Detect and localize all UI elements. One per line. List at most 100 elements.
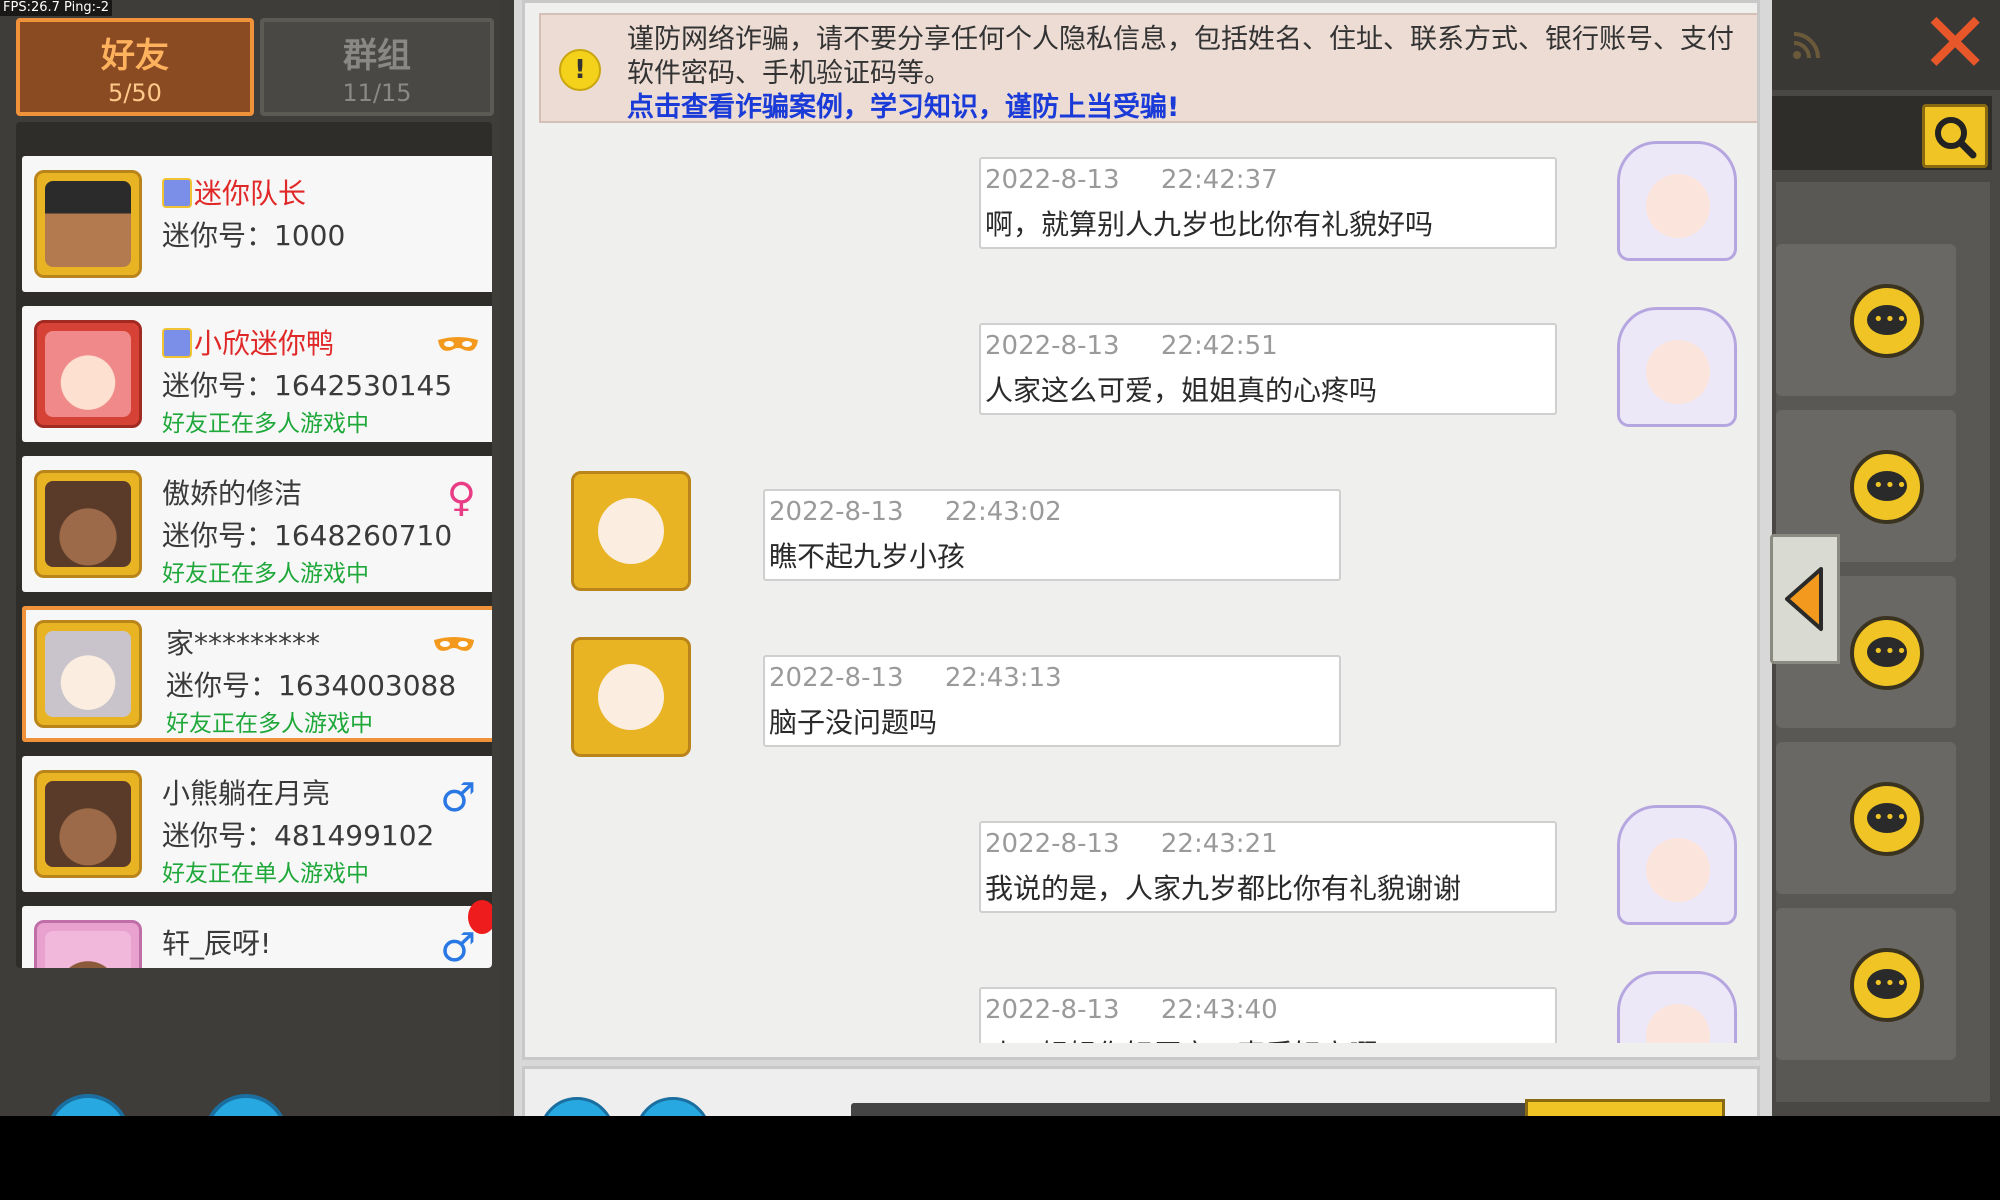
alert-icon: ! xyxy=(559,49,601,91)
send-button[interactable] xyxy=(1525,1099,1725,1116)
friend-id: 迷你号：1648260710 xyxy=(162,519,453,552)
list-item: ••• xyxy=(1776,742,1956,894)
friend-list[interactable]: 迷你队长 迷你号：1000 小欣迷你鸭 迷你号：1642530145 好友正在多… xyxy=(16,122,492,968)
game-screen: FPS:26.7 Ping:-2 好友 5/50 群组 11/15 迷你队长 迷… xyxy=(0,0,2000,1116)
friend-name: 傲娇的修洁 xyxy=(162,477,303,510)
friend-item[interactable]: 傲娇的修洁 ♀ 迷你号：1648260710 好友正在多人游戏中 xyxy=(22,456,492,592)
fraud-warning-banner: ! 谨防网络诈骗，请不要分享任何个人隐私信息，包括姓名、住址、联系方式、银行账号… xyxy=(539,13,1757,125)
mask-icon xyxy=(434,637,474,651)
rss-icon xyxy=(1793,32,1820,59)
message-text: 瞧不起九岁小孩 xyxy=(769,540,966,573)
warning-text: 谨防网络诈骗，请不要分享任何个人隐私信息，包括姓名、住址、联系方式、银行账号、支… xyxy=(627,24,1734,89)
message-timestamp: 2022-8-13 22:43:02 xyxy=(769,497,1062,527)
tab-friends-label: 好友 xyxy=(101,36,169,76)
search-icon xyxy=(1935,117,1977,159)
message-input[interactable] xyxy=(851,1103,1541,1116)
friend-name-row: 小欣迷你鸭 xyxy=(162,322,334,362)
friend-name: 轩_辰呀! xyxy=(162,927,272,960)
mask-icon xyxy=(438,337,478,351)
bottom-action-button[interactable] xyxy=(204,1094,288,1116)
vip-badge-icon xyxy=(162,328,192,358)
my-avatar[interactable] xyxy=(1617,307,1737,427)
friend-item-selected[interactable]: 家********* 迷你号：1634003088 好友正在多人游戏中 xyxy=(22,606,492,742)
bottom-action-button[interactable] xyxy=(46,1094,130,1116)
friend-item[interactable]: 小欣迷你鸭 迷你号：1642530145 好友正在多人游戏中 xyxy=(22,306,492,442)
right-top-bar: ✕ xyxy=(1772,0,2000,90)
friend-name: 小熊躺在月亮 xyxy=(162,777,331,810)
message-timestamp: 2022-8-13 22:43:21 xyxy=(985,829,1278,859)
avatar xyxy=(34,470,142,578)
chat-panel: ! 谨防网络诈骗，请不要分享任何个人隐私信息，包括姓名、住址、联系方式、银行账号… xyxy=(514,0,1772,1116)
friend-status: 好友正在单人游戏中 xyxy=(162,861,369,887)
avatar xyxy=(34,920,142,968)
friend-id: 迷你号：1634003088 xyxy=(166,669,457,702)
tab-friends-count: 5/50 xyxy=(108,79,162,107)
tab-groups-count: 11/15 xyxy=(342,79,412,107)
fraud-cases-link[interactable]: 点击查看诈骗案例，学习知识，谨防上当受骗! xyxy=(627,92,1179,123)
friend-item[interactable]: 小熊躺在月亮 ♂ 迷你号：481499102 好友正在单人游戏中 xyxy=(22,756,492,892)
message-text: 哇，姐姐你好厉害，真质好高啊 xyxy=(985,1033,1377,1043)
tab-groups-label: 群组 xyxy=(343,36,411,76)
friend-id: 迷你号：1642530145 xyxy=(162,369,453,402)
message-text: 人家这么可爱，姐姐真的心疼吗 xyxy=(985,374,1378,407)
avatar xyxy=(34,170,142,278)
female-icon: ♀ xyxy=(446,475,476,521)
message-bubble: 2022-8-13 22:43:21 我说的是，人家九岁都比你有礼貌谢谢 xyxy=(979,821,1557,913)
chat-input-bar xyxy=(522,1066,1760,1116)
friend-name: 迷你队长 xyxy=(194,177,307,210)
friend-status: 好友正在多人游戏中 xyxy=(166,711,373,737)
friend-id: 迷你号：481499102 xyxy=(162,819,435,852)
message-list[interactable]: 2022-8-13 22:42:37 啊，就算别人九岁也比你有礼貌好吗 2022… xyxy=(539,127,1757,1043)
message-bubble: 2022-8-13 22:43:40 哇，姐姐你好厉害，真质好高啊 xyxy=(979,987,1557,1043)
friend-name: 小欣迷你鸭 xyxy=(194,327,335,360)
friend-status: 好友正在多人游戏中 xyxy=(162,561,369,587)
warning-text-block: 谨防网络诈骗，请不要分享任何个人隐私信息，包括姓名、住址、联系方式、银行账号、支… xyxy=(627,23,1757,125)
message-bubble: 2022-8-13 22:43:02 瞧不起九岁小孩 xyxy=(763,489,1341,581)
friend-item[interactable]: 轩_辰呀! ♂ xyxy=(22,906,492,968)
collapse-panel-button[interactable] xyxy=(1770,534,1840,664)
message-text: 脑子没问题吗 xyxy=(769,706,938,739)
male-icon: ♂ xyxy=(440,775,476,821)
message-text: 啊，就算别人九岁也比你有礼貌好吗 xyxy=(985,208,1434,241)
chat-bubble-icon[interactable]: ••• xyxy=(1850,616,1924,690)
avatar xyxy=(34,620,142,728)
avatar xyxy=(34,320,142,428)
friends-panel: 好友 5/50 群组 11/15 迷你队长 迷你号：1000 小欣迷你鸭 迷你号… xyxy=(0,0,500,1116)
voice-button[interactable] xyxy=(635,1097,711,1116)
chat-bubble-icon[interactable]: ••• xyxy=(1850,782,1924,856)
list-item: ••• xyxy=(1776,244,1956,396)
message-timestamp: 2022-8-13 22:42:37 xyxy=(985,165,1278,195)
chat-bubble-icon[interactable]: ••• xyxy=(1850,284,1924,358)
close-icon[interactable]: ✕ xyxy=(1920,1,1990,85)
my-avatar[interactable] xyxy=(1617,971,1737,1043)
my-avatar[interactable] xyxy=(1617,141,1737,261)
message-timestamp: 2022-8-13 22:43:13 xyxy=(769,663,1062,693)
message-bubble: 2022-8-13 22:42:51 人家这么可爱，姐姐真的心疼吗 xyxy=(979,323,1557,415)
friend-name: 家********* xyxy=(166,627,321,660)
fps-readout: FPS:26.7 Ping:-2 xyxy=(0,0,113,16)
emoji-button[interactable] xyxy=(539,1097,615,1116)
triangle-left-icon xyxy=(1785,567,1823,631)
avatar xyxy=(34,770,142,878)
notification-dot xyxy=(468,900,492,934)
friend-avatar[interactable] xyxy=(571,471,691,591)
friend-avatar[interactable] xyxy=(571,637,691,757)
friend-item[interactable]: 迷你队长 迷你号：1000 xyxy=(22,156,492,292)
friend-name-row: 迷你队长 xyxy=(162,172,306,212)
chat-bubble-icon[interactable]: ••• xyxy=(1850,450,1924,524)
friend-status: 好友正在多人游戏中 xyxy=(162,411,369,437)
my-avatar[interactable] xyxy=(1617,805,1737,925)
tab-groups[interactable]: 群组 11/15 xyxy=(260,18,494,116)
tab-friends[interactable]: 好友 5/50 xyxy=(16,18,254,116)
chat-bubble-icon[interactable]: ••• xyxy=(1850,948,1924,1022)
message-timestamp: 2022-8-13 22:42:51 xyxy=(985,331,1278,361)
message-timestamp: 2022-8-13 22:43:40 xyxy=(985,995,1278,1025)
search-button[interactable] xyxy=(1922,104,1988,168)
vip-badge-icon xyxy=(162,178,192,208)
list-item: ••• xyxy=(1776,908,1956,1060)
friend-id: 迷你号：1000 xyxy=(162,219,346,252)
message-bubble: 2022-8-13 22:42:37 啊，就算别人九岁也比你有礼貌好吗 xyxy=(979,157,1557,249)
message-text: 我说的是，人家九岁都比你有礼貌谢谢 xyxy=(985,872,1462,905)
male-icon: ♂ xyxy=(440,925,476,968)
message-bubble: 2022-8-13 22:43:13 脑子没问题吗 xyxy=(763,655,1341,747)
